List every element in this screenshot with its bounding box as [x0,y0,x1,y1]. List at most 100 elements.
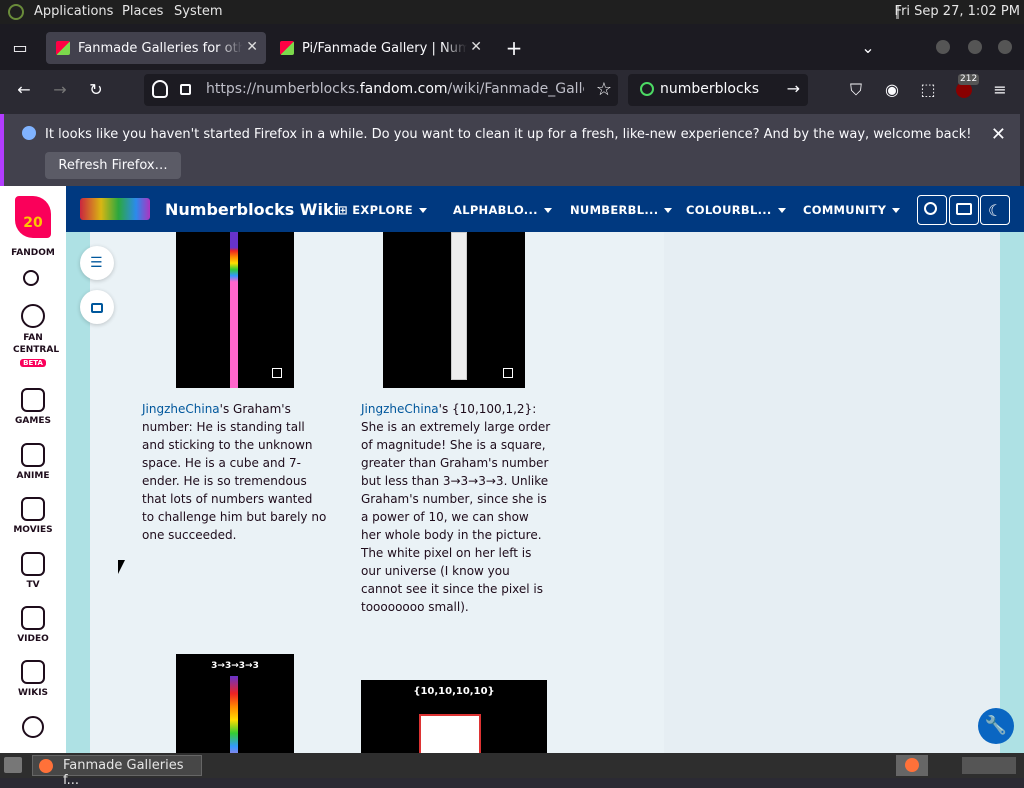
gamepad-icon [21,388,45,412]
search-bar[interactable]: numberblocks → [628,74,808,106]
rocket-icon [21,304,45,328]
tab-bar: ▭ Fanmade Galleries for others ✕ Pi/Fanm… [0,24,1024,70]
search-go-icon[interactable]: → [787,79,800,98]
rail-label: ANIME [16,471,50,481]
close-notification-icon[interactable]: ✕ [991,124,1006,145]
rail-label: WIKIS [17,688,49,698]
account-icon[interactable]: ◉ [880,78,904,102]
list-all-tabs-icon[interactable]: ⌄ [856,36,880,60]
rail-tv[interactable]: TV [0,552,66,590]
nav-colourblocks[interactable]: COLOURBL... [686,203,786,217]
rail-video[interactable]: VIDEO [0,606,66,644]
fandom-label: FANDOM [11,248,55,258]
tab-title: Fanmade Galleries for others [78,40,243,56]
wiki-logo-icon[interactable] [80,198,150,220]
tab-fanmade-galleries[interactable]: Fanmade Galleries for others ✕ [46,32,266,64]
gallery-image-10-10-10-10[interactable]: {10,10,10,10} [361,680,547,753]
beta-badge: BETA [20,359,46,367]
url-text[interactable]: https://numberblocks.fandom.com/wiki/Fan… [206,81,584,97]
wiki-title[interactable]: Numberblocks Wiki [165,200,339,219]
bottom-taskbar: Fanmade Galleries f... [0,753,1024,788]
refresh-firefox-button[interactable]: Refresh Firefox… [45,152,181,179]
dark-mode-button[interactable]: ☾ [980,195,1010,225]
anniversary-number: 20 [23,215,43,231]
expand-image-icon[interactable] [272,368,282,378]
menu-applications[interactable]: Applications [34,4,113,19]
url-bar[interactable]: https://numberblocks.fandom.com/wiki/Fan… [144,74,618,106]
reload-icon[interactable]: ↻ [84,78,108,102]
3-3-3-3-figure [230,676,238,753]
thumb-label: {10,10,10,10} [413,686,495,697]
info-icon [22,126,36,140]
new-tab-icon[interactable]: + [502,36,526,60]
close-window-icon[interactable] [998,40,1012,54]
maximize-window-icon[interactable] [968,40,982,54]
search-engine-icon [640,82,654,96]
rail-movies[interactable]: MOVIES [0,497,66,535]
top-panel: Applications Places System Fri Sep 27, 1… [0,0,1024,24]
user-avatar-icon[interactable] [22,716,44,738]
tv-icon [21,552,45,576]
rail-label: FAN CENTRAL [13,333,60,355]
user-link[interactable]: JingzheChina [361,402,439,416]
pocket-icon[interactable]: ⛉ [844,78,868,102]
wiki-search-button[interactable] [917,195,947,225]
ublock-icon[interactable]: 212 [952,74,980,102]
user-link[interactable]: JingzheChina [142,402,220,416]
anime-face-icon [21,443,45,467]
lock-icon [91,303,103,313]
forward-icon[interactable]: → [48,78,72,102]
protection-button[interactable] [80,290,114,324]
expand-image-icon[interactable] [503,368,513,378]
10-100-1-2-figure [451,232,467,380]
firefox-refresh-notification: It looks like you haven't started Firefo… [0,114,1020,186]
show-desktop-icon[interactable] [4,757,22,773]
wrench-tools-icon[interactable]: 🔧 [978,708,1014,744]
rail-games[interactable]: GAMES [0,388,66,426]
gallery-image-grahams-number[interactable] [176,232,294,388]
search-input[interactable]: numberblocks [660,81,759,97]
nav-alphablocks[interactable]: ALPHABLO... [453,203,552,217]
gallery-image-10-100-1-2[interactable] [383,232,525,388]
clock[interactable]: Fri Sep 27, 1:02 PM [895,4,1020,19]
nav-community[interactable]: COMMUNITY [803,203,901,217]
bookmark-star-icon[interactable]: ☆ [596,79,612,100]
close-tab-icon[interactable]: ✕ [246,39,258,55]
rail-label: MOVIES [13,525,53,535]
gallery-image-3-3-3-3[interactable]: 3→3→3→3 [176,654,294,753]
thumb-label: 3→3→3→3 [211,661,259,671]
nav-numberblocks[interactable]: NUMBERBL... [570,203,673,217]
search-icon[interactable] [23,270,39,286]
firefox-icon [905,758,919,772]
wiki-sticky-header: Numberblocks Wiki ⊞ EXPLORE ALPHABLO... … [66,186,1024,232]
menu-system[interactable]: System [174,4,222,19]
rail-label: GAMES [15,416,51,426]
right-rail [664,232,1000,753]
lock-icon[interactable] [180,84,191,95]
extensions-icon[interactable]: ⬚ [916,78,940,102]
app-menu-icon[interactable]: ≡ [988,78,1012,102]
tab-overview-icon[interactable]: ▭ [8,36,32,60]
back-icon[interactable]: ← [12,78,36,102]
book-icon [21,660,45,684]
tracking-shield-icon[interactable] [152,80,168,98]
minimize-window-icon[interactable] [936,40,950,54]
fandom-logo-icon[interactable]: 20 [15,196,51,238]
toc-button[interactable]: ☰ [80,246,114,280]
distro-logo-icon[interactable] [8,4,24,20]
trash-applet[interactable] [962,757,1016,774]
gallery-caption: JingzheChina's Graham's number: He is st… [142,402,327,542]
rail-anime[interactable]: ANIME [0,443,66,481]
discussions-button[interactable] [949,195,979,225]
rail-wikis[interactable]: WIKIS [0,660,66,698]
tab-pi-fanmade-gallery[interactable]: Pi/Fanmade Gallery | Numberblocks ✕ [270,32,490,64]
taskbar-window-firefox[interactable]: Fanmade Galleries f... [32,755,202,788]
10-10-10-10-cube-figure [419,714,481,753]
workspace-switcher[interactable] [896,755,928,776]
nav-explore[interactable]: ⊞ EXPLORE [338,203,427,217]
fandom-favicon-icon [56,41,70,55]
search-icon [924,202,937,215]
rail-fan-central[interactable]: FAN CENTRAL BETA [0,304,66,367]
menu-places[interactable]: Places [122,4,163,19]
close-tab-icon[interactable]: ✕ [470,39,482,55]
